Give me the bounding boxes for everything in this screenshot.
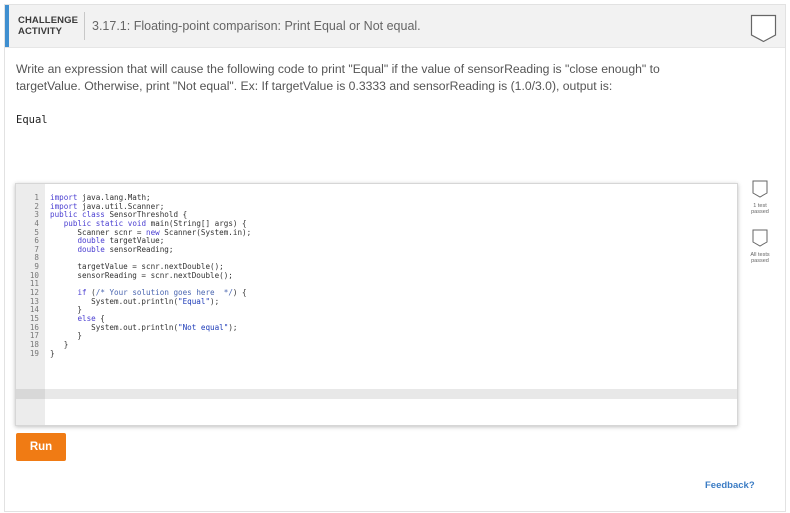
code-text[interactable]: double sensorReading;: [50, 245, 173, 255]
code-line[interactable]: 18 }: [16, 340, 737, 350]
code-lines[interactable]: 1 import java.lang.Math; 2 import java.util…: [16, 193, 737, 359]
code-line[interactable]: 16 System.out.println("Not equal");: [16, 323, 737, 333]
active-line-highlight: [45, 389, 737, 399]
code-line[interactable]: 7 double sensorReading;: [16, 245, 737, 255]
expected-output: Equal: [16, 114, 48, 126]
badge-line1: CHALLENGE: [18, 15, 79, 26]
challenge-activity: CHALLENGE ACTIVITY 3.17.1: Floating-poin…: [4, 4, 786, 512]
run-button[interactable]: Run: [16, 433, 66, 461]
activity-title: 3.17.1: Floating-point comparison: Print…: [92, 19, 421, 33]
code-line[interactable]: 17 }: [16, 332, 737, 341]
code-text[interactable]: sensorReading = scnr.nextDouble();: [50, 271, 232, 281]
problem-description: Write an expression that will cause the …: [16, 62, 660, 93]
all-tests-passed-icon: [752, 229, 768, 247]
code-line[interactable]: 10 sensorReading = scnr.nextDouble();: [16, 271, 737, 281]
header-accent-bar: [5, 5, 9, 47]
activity-header: CHALLENGE ACTIVITY 3.17.1: Floating-poin…: [5, 5, 785, 48]
active-line-gutter: [16, 389, 45, 399]
code-line[interactable]: 19}: [16, 348, 737, 359]
line-number: 19: [29, 348, 39, 358]
badge-line2: ACTIVITY: [18, 26, 63, 37]
header-divider: [84, 12, 85, 40]
test-passed-label: 1 test passed: [751, 203, 769, 215]
code-line[interactable]: 13 System.out.println("Equal");: [16, 297, 737, 307]
activity-type-badge: CHALLENGE ACTIVITY: [18, 15, 78, 37]
completion-check-icon: [750, 14, 777, 43]
code-line[interactable]: 14 }: [16, 306, 737, 315]
feedback-link[interactable]: Feedback?: [705, 480, 755, 491]
code-editor[interactable]: 1 import java.lang.Math; 2 import java.util…: [15, 183, 738, 426]
all-tests-passed-label: All tests passed: [750, 252, 770, 264]
code-text[interactable]: }: [50, 349, 55, 359]
test-passed-icon: [752, 180, 768, 198]
